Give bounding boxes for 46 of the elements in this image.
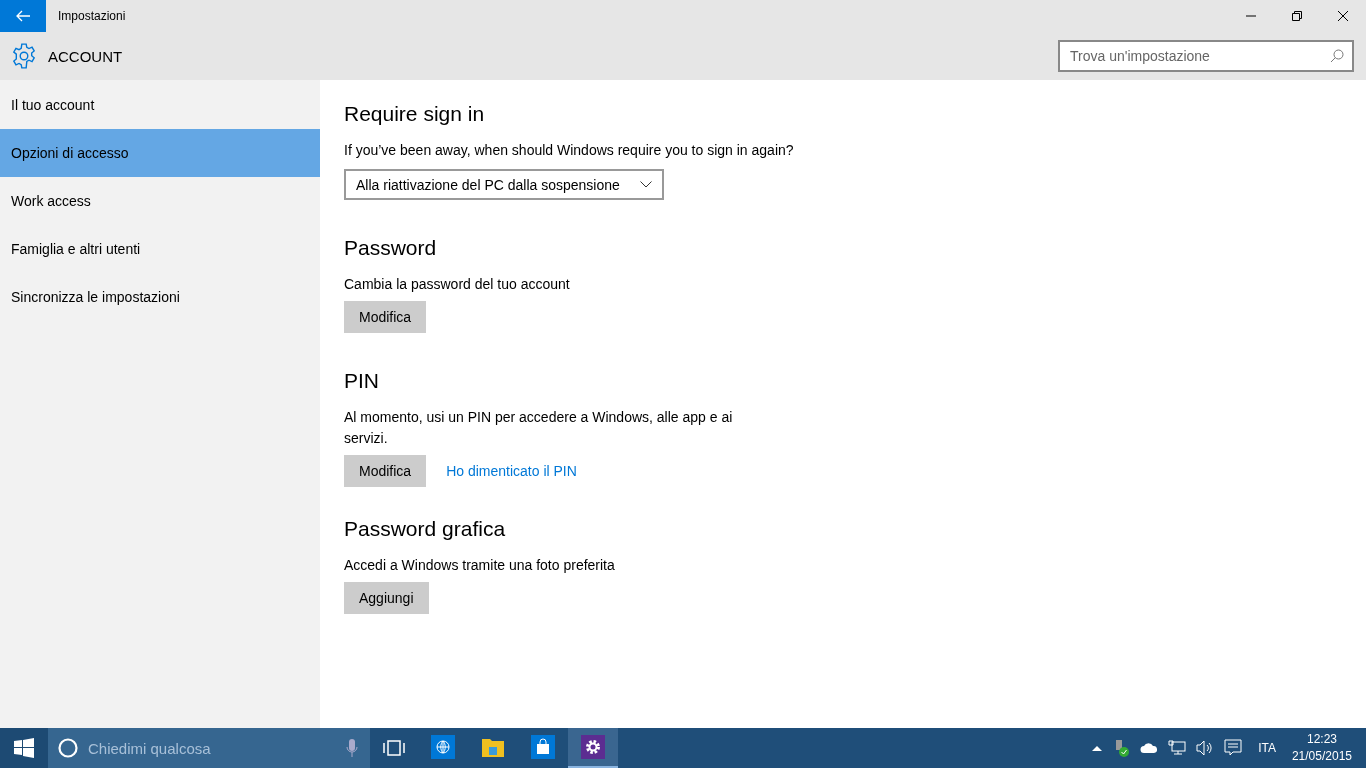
settings-icon (11, 43, 37, 69)
clock[interactable]: 12:23 21/05/2015 (1291, 731, 1352, 765)
task-view-icon (383, 740, 405, 756)
description-text: If you’ve been away, when should Windows require you to sign in again? (344, 141, 795, 160)
shopping-bag-icon (531, 735, 555, 759)
description-text: Cambia la password del tuo account (344, 275, 571, 294)
sidebar-item[interactable]: Il tuo account (0, 81, 320, 129)
notification-icon[interactable] (1224, 739, 1243, 757)
description-text: Al momento, usi un PIN per accedere a Windows, alle app e ai servizi. (344, 408, 734, 448)
sidebar-item[interactable]: Opzioni di accesso (0, 129, 320, 177)
section-heading: Password grafica (344, 517, 507, 541)
gear-icon (581, 735, 605, 759)
chevron-down-icon (640, 181, 652, 188)
link[interactable]: Ho dimenticato il PIN (446, 463, 577, 479)
back-button[interactable] (0, 0, 46, 32)
sidebar-item[interactable]: Famiglia e altri utenti (0, 225, 320, 273)
globe-icon (431, 735, 455, 759)
sidebar-item[interactable]: Work access (0, 177, 320, 225)
taskbar-app-button[interactable] (568, 728, 618, 768)
taskbar-search-box[interactable]: Chiedimi qualcosa (48, 728, 370, 768)
show-hidden-icons-icon[interactable] (1092, 745, 1103, 751)
dropdown[interactable]: Alla riattivazione del PC dalla sospensione (344, 169, 664, 200)
restore-icon (1292, 11, 1302, 21)
section-heading: PIN (344, 369, 380, 393)
speaker-icon[interactable] (1196, 740, 1215, 756)
sidebar-item[interactable]: Sincronizza le impostazioni (0, 273, 320, 321)
description-text: Accedi a Windows tramite una foto preferita (344, 556, 616, 575)
edit-button[interactable]: Aggiungi (344, 582, 429, 614)
section-heading: Password (344, 236, 438, 260)
network-icon[interactable] (1168, 740, 1187, 756)
edit-button[interactable]: Modifica (344, 455, 427, 487)
search-field[interactable]: Trova un'impostazione (1058, 40, 1354, 72)
start-button[interactable] (0, 728, 48, 768)
section-heading: Require sign in (344, 102, 486, 126)
search-icon (1330, 49, 1344, 63)
circle-icon (58, 738, 78, 758)
taskbar-search-field[interactable]: Chiedimi qualcosa (86, 738, 338, 758)
back-arrow-icon (16, 10, 30, 22)
page-title: ACCOUNT (48, 47, 124, 65)
windows-logo-icon (14, 738, 34, 758)
edit-button[interactable]: Modifica (344, 301, 427, 333)
input-language[interactable]: ITA (1258, 741, 1276, 755)
close-icon (1338, 11, 1348, 21)
window-title: Impostazioni (58, 9, 127, 23)
cloud-icon[interactable] (1140, 742, 1159, 754)
microphone-icon (346, 738, 358, 758)
